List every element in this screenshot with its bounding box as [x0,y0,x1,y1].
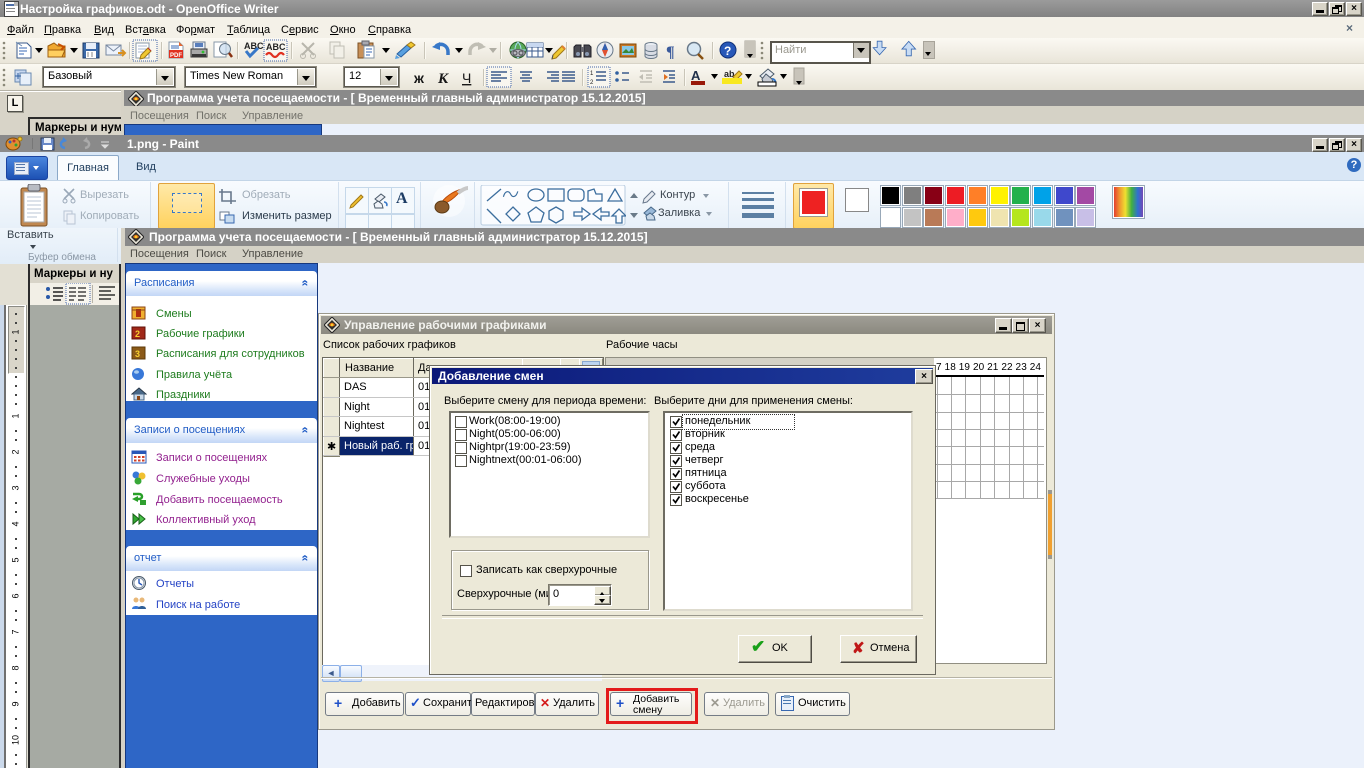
svg-text:ABC: ABC [244,41,264,51]
svg-text:ж: ж [413,70,425,86]
svg-text:Ч: Ч [462,70,471,86]
svg-text:PDF: PDF [170,53,182,59]
svg-text:ABC: ABC [266,42,286,52]
svg-text:2: 2 [135,329,140,339]
svg-text:A: A [691,68,701,83]
svg-text:?: ? [724,44,731,58]
svg-text:3: 3 [135,349,140,359]
svg-text:¶: ¶ [666,44,675,61]
svg-text:К: К [437,71,449,87]
